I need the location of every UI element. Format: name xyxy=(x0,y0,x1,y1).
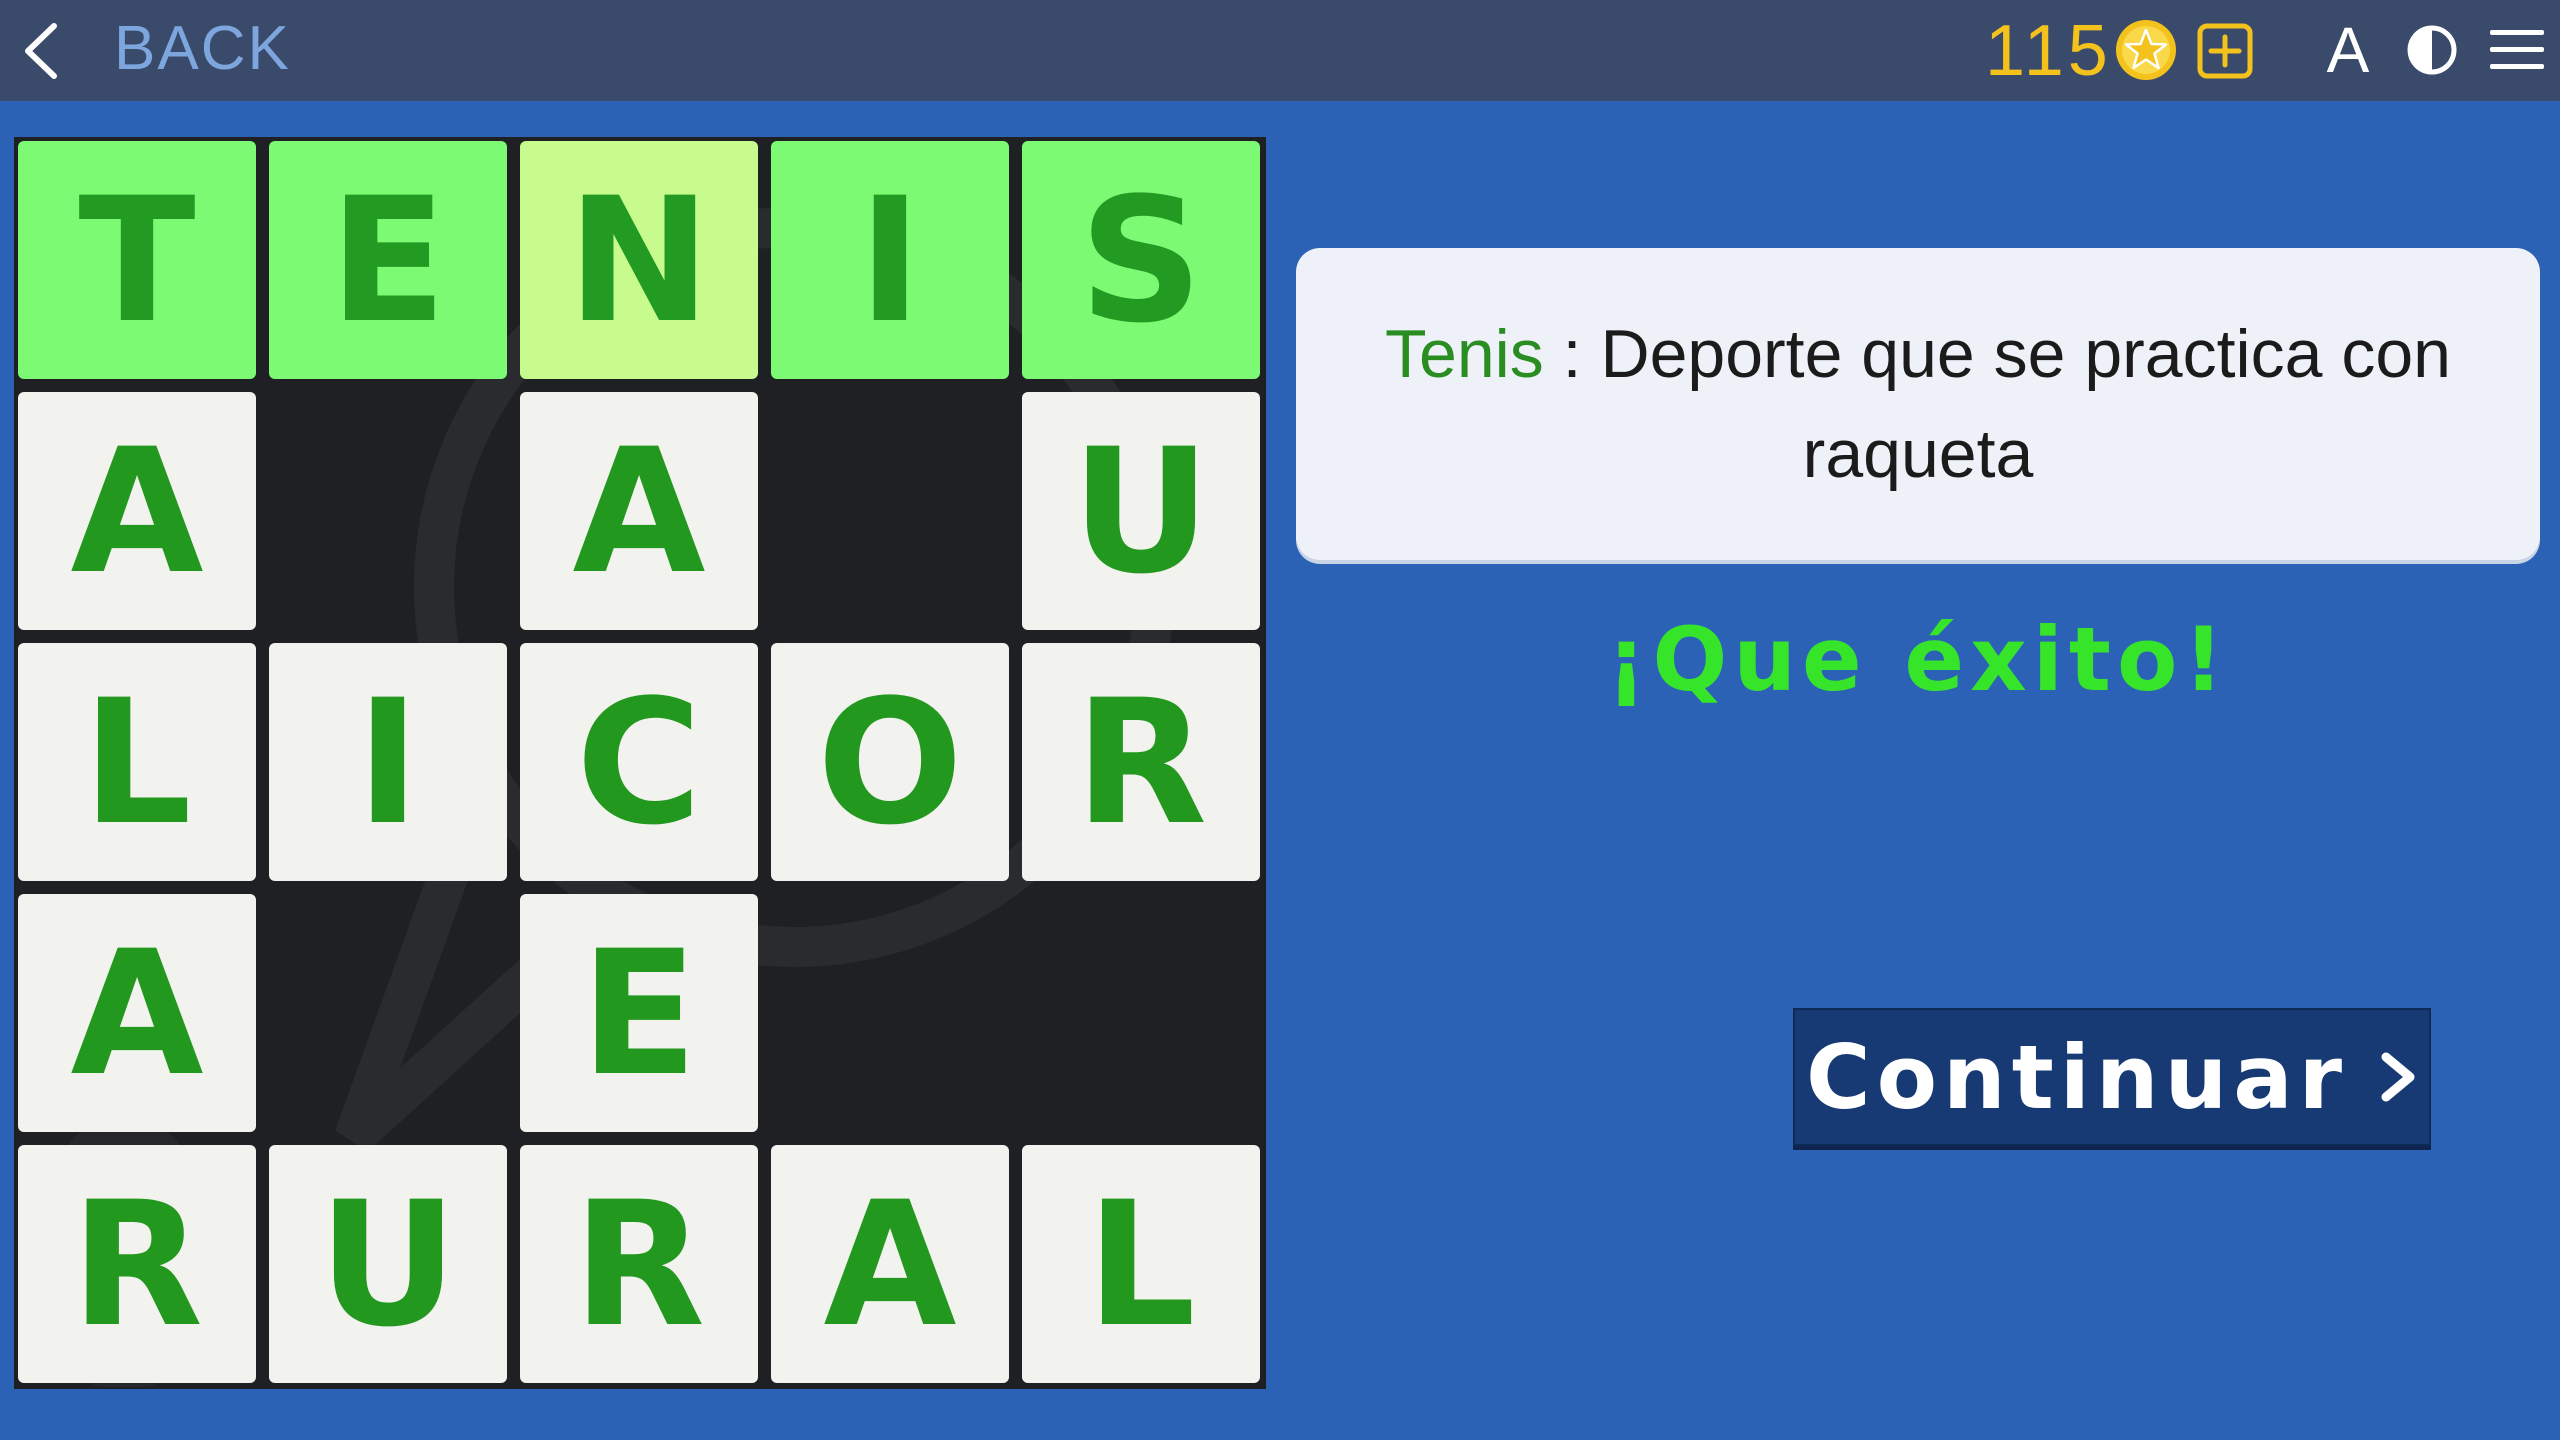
contrast-icon[interactable] xyxy=(2406,24,2458,76)
chevron-left-icon[interactable] xyxy=(18,20,68,82)
clue-card: Tenis : Deporte que se practica con raqu… xyxy=(1296,248,2540,560)
crossword-cell-r5c3[interactable]: R xyxy=(520,1145,758,1383)
crossword-cell-r3c4[interactable]: O xyxy=(771,643,1009,881)
clue-definition: Deporte que se practica con raqueta xyxy=(1600,316,2451,492)
crossword-cell-r3c5[interactable]: R xyxy=(1022,643,1260,881)
clue-word: Tenis xyxy=(1385,316,1544,392)
continue-button[interactable]: Continuar xyxy=(1793,1008,2431,1146)
clue-text: Tenis : Deporte que se practica con raqu… xyxy=(1336,304,2500,504)
success-message: ¡Que éxito! xyxy=(1606,608,2230,711)
font-size-button[interactable]: A xyxy=(2318,10,2378,90)
crossword-cell-r1c5[interactable]: S xyxy=(1022,141,1260,379)
crossword-cell-r2c3[interactable]: A xyxy=(520,392,758,630)
crossword-cell-r1c1[interactable]: T xyxy=(18,141,256,379)
hamburger-menu-icon[interactable] xyxy=(2488,26,2546,74)
crossword-cell-r5c5[interactable]: L xyxy=(1022,1145,1260,1383)
crossword-cell-r3c1[interactable]: L xyxy=(18,643,256,881)
back-button[interactable]: BACK xyxy=(114,14,291,84)
crossword-cell-r5c4[interactable]: A xyxy=(771,1145,1009,1383)
clue-separator: : xyxy=(1543,316,1601,392)
top-bar: BACK 115 A xyxy=(0,0,2560,101)
crossword-cell-r2c5[interactable]: U xyxy=(1022,392,1260,630)
crossword-cell-r1c3[interactable]: N xyxy=(520,141,758,379)
crossword-cell-r5c1[interactable]: R xyxy=(18,1145,256,1383)
crossword-cell-r4c3[interactable]: E xyxy=(520,894,758,1132)
crossword-cell-r3c2[interactable]: I xyxy=(269,643,507,881)
coin-count: 115 xyxy=(1985,11,2112,91)
star-coin-icon xyxy=(2116,20,2176,80)
continue-label: Continuar xyxy=(1806,1025,2348,1129)
crossword-cell-r5c2[interactable]: U xyxy=(269,1145,507,1383)
crossword-cell-r2c1[interactable]: A xyxy=(18,392,256,630)
crossword-board: TENISAAULICORAERURAL xyxy=(14,137,1266,1389)
crossword-cell-r4c1[interactable]: A xyxy=(18,894,256,1132)
crossword-cell-r3c3[interactable]: C xyxy=(520,643,758,881)
plus-box-icon[interactable] xyxy=(2196,22,2254,80)
crossword-cell-r1c4[interactable]: I xyxy=(771,141,1009,379)
crossword-cell-r1c2[interactable]: E xyxy=(269,141,507,379)
chevron-right-icon xyxy=(2381,1052,2415,1102)
